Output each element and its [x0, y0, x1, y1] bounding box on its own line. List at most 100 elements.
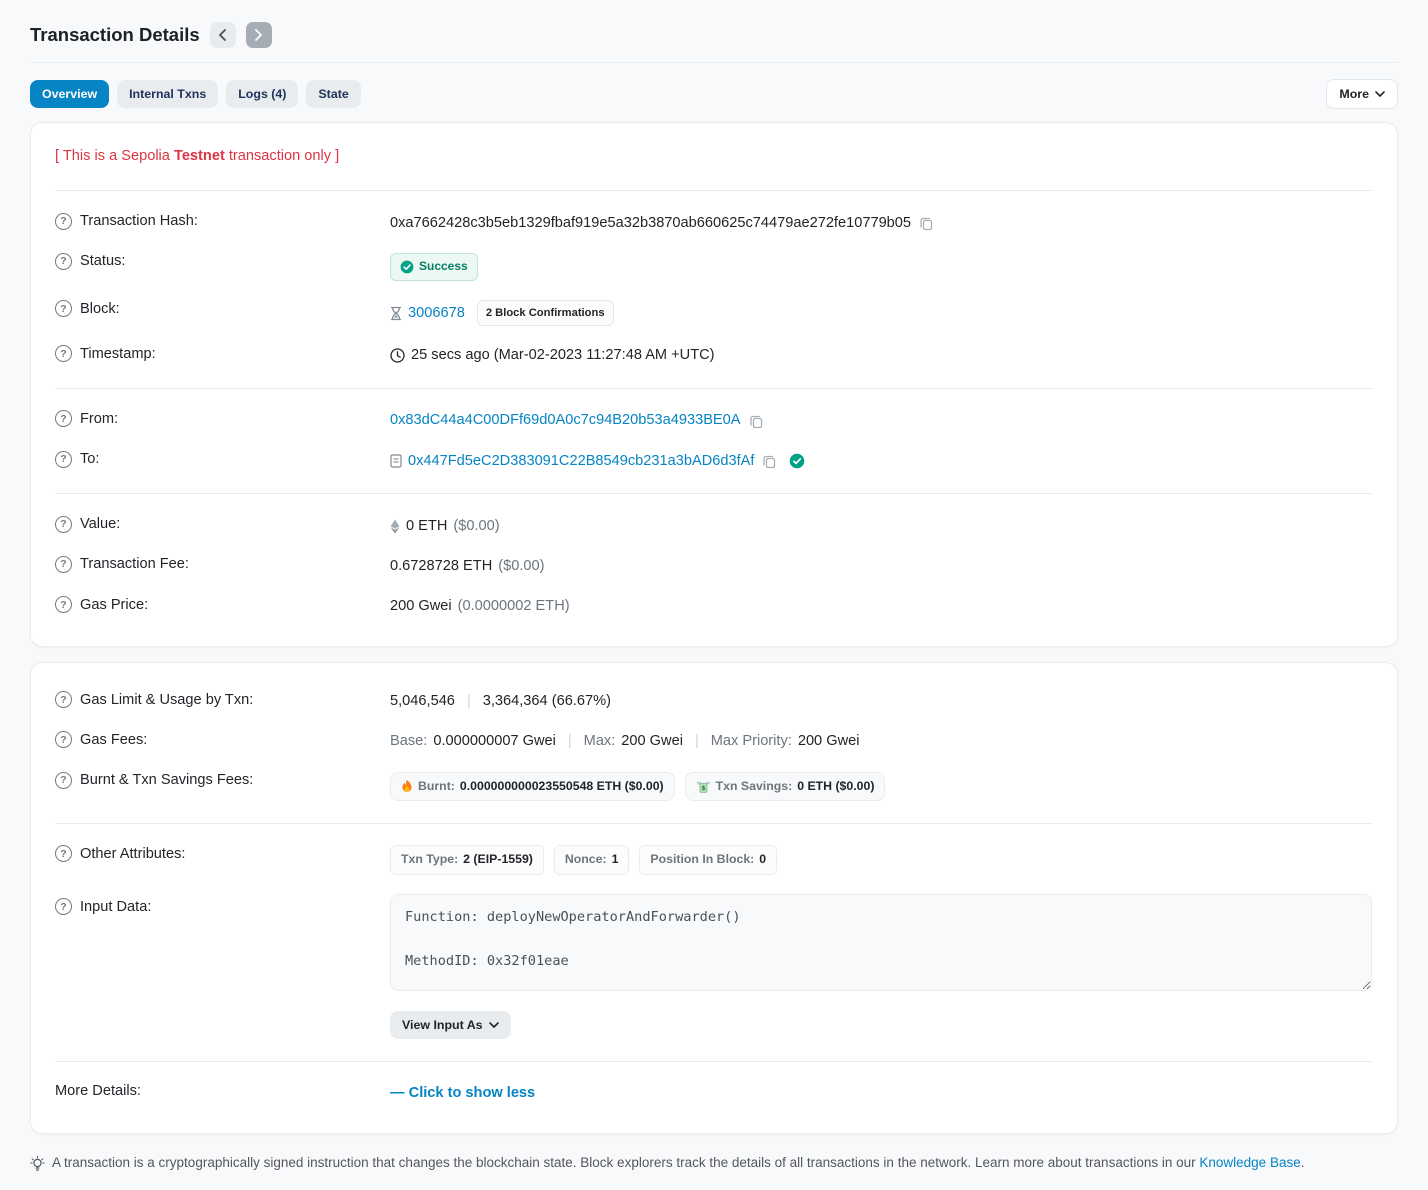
- help-icon[interactable]: ?: [55, 898, 72, 915]
- input-data-label: Input Data:: [80, 899, 151, 915]
- more-dropdown-label: More: [1339, 87, 1369, 101]
- row-from: ? From: 0x83dC44a4C00DFf69d0A0c7c94B20b5…: [55, 401, 1373, 441]
- tabs: Overview Internal Txns Logs (4) State: [30, 80, 1326, 108]
- tab-state[interactable]: State: [306, 80, 360, 108]
- row-other-attributes: ? Other Attributes: Txn Type: 2 (EIP-155…: [55, 836, 1373, 885]
- gas-price-label: Gas Price:: [80, 597, 148, 613]
- chevron-left-icon: [218, 29, 227, 41]
- help-icon[interactable]: ?: [55, 516, 72, 533]
- chevron-down-icon: [1375, 91, 1385, 97]
- block-confirmations-badge: 2 Block Confirmations: [477, 300, 614, 326]
- tab-overview[interactable]: Overview: [30, 80, 109, 108]
- lightbulb-icon: [30, 1155, 45, 1172]
- check-circle-icon: [400, 260, 414, 274]
- input-data-textarea[interactable]: Function: deployNewOperatorAndForwarder(…: [390, 894, 1372, 991]
- max-priority-fee-label: Max Priority:: [711, 731, 792, 752]
- chevron-down-icon: [489, 1022, 499, 1028]
- copy-hash-button[interactable]: [917, 216, 936, 231]
- help-icon[interactable]: ?: [55, 731, 72, 748]
- transaction-hash-label: Transaction Hash:: [80, 213, 198, 229]
- more-dropdown-button[interactable]: More: [1326, 79, 1398, 109]
- testnet-notice: [ This is a Sepolia Testnet transaction …: [55, 142, 1373, 178]
- view-input-as-label: View Input As: [402, 1018, 483, 1032]
- transaction-fee-usd: ($0.00): [498, 556, 544, 577]
- tab-logs[interactable]: Logs (4): [226, 80, 298, 108]
- transaction-hash-value: 0xa7662428c3b5eb1329fbaf919e5a32b3870ab6…: [390, 213, 911, 234]
- row-status: ? Status: Success: [55, 243, 1373, 290]
- from-address-link[interactable]: 0x83dC44a4C00DFf69d0A0c7c94B20b53a4933BE…: [390, 410, 741, 431]
- gas-limit-value: 5,046,546: [390, 691, 455, 712]
- help-icon[interactable]: ?: [55, 300, 72, 317]
- section-divider: [55, 190, 1373, 191]
- row-gas-fees: ? Gas Fees: Base: 0.000000007 Gwei | Max…: [55, 722, 1373, 762]
- testnet-notice-text: [ This is a Sepolia: [55, 148, 174, 164]
- max-priority-fee-value: 200 Gwei: [798, 731, 860, 752]
- position-in-block-label: Position In Block:: [650, 851, 754, 869]
- copy-to-address-button[interactable]: [760, 454, 779, 469]
- value-separator: |: [689, 731, 705, 752]
- max-fee-label: Max:: [584, 731, 616, 752]
- burnt-value: 0.000000000023550548 ETH ($0.00): [460, 778, 664, 796]
- copy-icon: [919, 216, 934, 231]
- nonce-badge: Nonce: 1: [554, 845, 630, 875]
- svg-text:$: $: [701, 784, 706, 792]
- gas-price-eth: (0.0000002 ETH): [458, 596, 570, 617]
- copy-from-address-button[interactable]: [747, 414, 766, 429]
- row-value: ? Value: 0 ETH ($0.00): [55, 506, 1373, 546]
- page-container: Transaction Details Overview Internal Tx…: [0, 0, 1428, 1190]
- prev-transaction-button[interactable]: [210, 22, 236, 48]
- knowledge-base-link[interactable]: Knowledge Base: [1199, 1155, 1300, 1170]
- overview-card: [ This is a Sepolia Testnet transaction …: [30, 122, 1398, 647]
- block-label: Block:: [80, 301, 120, 317]
- position-in-block-value: 0: [759, 851, 766, 869]
- gas-fees-label: Gas Fees:: [80, 732, 147, 748]
- row-input-data: ? Input Data: Function: deployNewOperato…: [55, 885, 1373, 1049]
- burnt-savings-label: Burnt & Txn Savings Fees:: [80, 772, 253, 788]
- other-attributes-label: Other Attributes:: [80, 846, 185, 862]
- show-less-link[interactable]: — Click to show less: [390, 1083, 535, 1104]
- help-icon[interactable]: ?: [55, 410, 72, 427]
- details-card: ? Gas Limit & Usage by Txn: 5,046,546 | …: [30, 662, 1398, 1134]
- status-badge-label: Success: [419, 258, 468, 275]
- hourglass-icon: [390, 306, 402, 321]
- value-separator: |: [562, 731, 578, 752]
- burnt-fees-badge: Burnt: 0.000000000023550548 ETH ($0.00): [390, 772, 675, 802]
- flame-icon: [401, 779, 413, 793]
- row-block: ? Block: 3006678 2 Block Confirmations: [55, 291, 1373, 336]
- help-icon[interactable]: ?: [55, 345, 72, 362]
- value-separator: |: [461, 691, 477, 712]
- txn-savings-label: Txn Savings:: [716, 778, 793, 796]
- gas-price-gwei: 200 Gwei: [390, 596, 452, 617]
- value-usd: ($0.00): [453, 516, 499, 537]
- base-fee-value: 0.000000007 Gwei: [433, 731, 556, 752]
- status-badge: Success: [390, 253, 478, 281]
- value-eth: 0 ETH: [406, 516, 447, 537]
- help-icon[interactable]: ?: [55, 845, 72, 862]
- view-input-as-button[interactable]: View Input As: [390, 1011, 511, 1039]
- tab-internal-txns[interactable]: Internal Txns: [117, 80, 218, 108]
- section-divider: [55, 823, 1373, 824]
- help-icon[interactable]: ?: [55, 556, 72, 573]
- help-icon[interactable]: ?: [55, 451, 72, 468]
- row-gas-price: ? Gas Price: 200 Gwei (0.0000002 ETH): [55, 587, 1373, 627]
- help-icon[interactable]: ?: [55, 772, 72, 789]
- section-divider: [55, 388, 1373, 389]
- help-icon[interactable]: ?: [55, 596, 72, 613]
- help-icon[interactable]: ?: [55, 213, 72, 230]
- block-number-link[interactable]: 3006678: [408, 303, 465, 324]
- section-divider: [55, 1061, 1373, 1062]
- row-more-details: More Details: — Click to show less: [55, 1074, 1373, 1114]
- next-transaction-button[interactable]: [246, 22, 272, 48]
- help-icon[interactable]: ?: [55, 691, 72, 708]
- to-label: To:: [80, 451, 99, 467]
- txn-type-badge: Txn Type: 2 (EIP-1559): [390, 845, 544, 875]
- burnt-label: Burnt:: [418, 778, 455, 796]
- row-to: ? To: 0x447Fd5eC2D383091C22B8549cb231a3b…: [55, 441, 1373, 481]
- help-icon[interactable]: ?: [55, 253, 72, 270]
- section-divider: [55, 493, 1373, 494]
- gas-limit-usage-label: Gas Limit & Usage by Txn:: [80, 692, 253, 708]
- footer-text: A transaction is a cryptographically sig…: [52, 1155, 1304, 1170]
- base-fee-label: Base:: [390, 731, 427, 752]
- to-address-link[interactable]: 0x447Fd5eC2D383091C22B8549cb231a3bAD6d3f…: [408, 451, 754, 472]
- position-in-block-badge: Position In Block: 0: [639, 845, 777, 875]
